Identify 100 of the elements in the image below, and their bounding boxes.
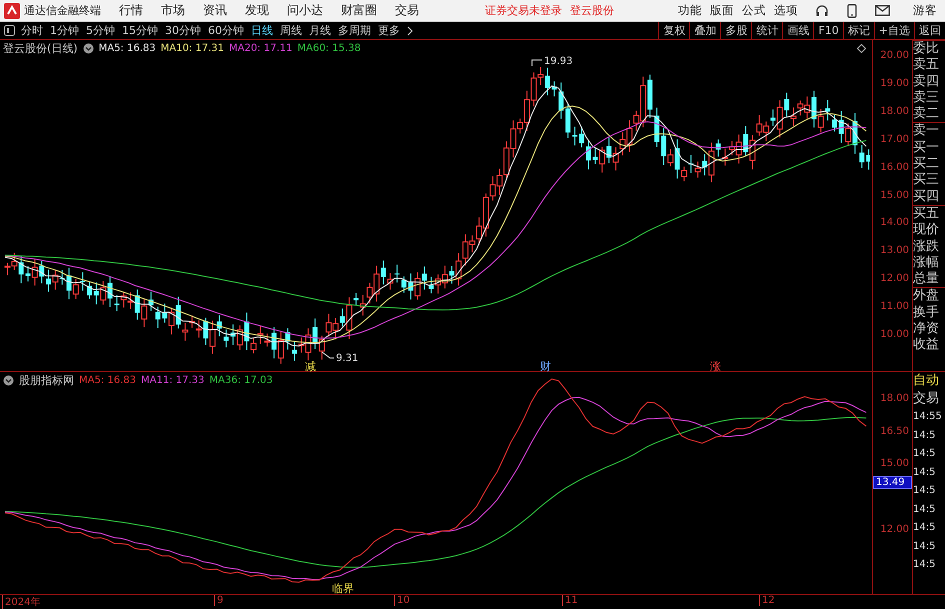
moving-average-value: MA20: 17.11 [228,43,292,54]
trade-time: 14:5 [913,484,936,498]
trade-time: 14:5 [913,558,936,572]
price-axis-label: 12.00 [880,273,909,284]
toolbar-button[interactable]: 复权 [658,22,690,39]
price-axis-label: 18.00 [880,106,909,117]
moving-average-value: MA60: 15.38 [297,43,361,54]
tool-menu-item[interactable]: 功能 [678,3,702,18]
quote-field-label: 买五 [913,204,945,222]
trade-time: 14:5 [913,502,936,516]
period-tab[interactable]: 周线 [280,23,302,38]
toolbar-button[interactable]: +自选 [874,22,914,39]
trade-header: 交易 [913,390,940,408]
guest-user-label[interactable]: 游客 [913,3,937,18]
price-axis-label: 20.00 [880,50,909,61]
phone-icon[interactable] [847,4,857,18]
quote-field-label: 换手 [913,304,940,322]
signal-label: 临界 [332,582,354,595]
period-tab[interactable]: 月线 [309,23,331,38]
quote-field-label: 收益 [913,337,940,354]
moving-average-value: MA5: 16.83 [79,375,136,386]
quote-field-label: 卖一 [913,122,945,140]
date-axis-label: 11 [562,595,578,606]
chevron-right-icon[interactable] [407,26,413,36]
period-tab[interactable]: 5分钟 [86,23,115,38]
trade-time: 14:5 [913,466,936,480]
menu-item[interactable]: 问小达 [287,2,323,19]
panel-toggle-icon[interactable] [4,25,15,36]
moving-average-value: MA5: 16.83 [98,43,156,54]
trade-time: 14:5 [913,447,936,461]
dropdown-circle-icon[interactable] [82,43,94,54]
toolbar-button[interactable]: 统计 [751,22,782,39]
quote-field-label: 买三 [913,172,940,189]
date-axis-label: 10 [394,595,410,606]
toolbar-button[interactable]: 标记 [842,22,874,39]
period-tab[interactable]: 日线 [251,23,273,38]
tool-menu-item[interactable]: 版面 [710,3,734,18]
toolbar-button[interactable]: 叠加 [689,22,720,39]
dropdown-circle-icon[interactable] [3,375,14,386]
quote-field-label: 卖三 [913,90,940,106]
quote-field-label: 卖四 [913,74,940,90]
status-notice[interactable]: 登云股份 [570,3,614,18]
period-tab[interactable]: 多周期 [338,23,371,38]
moving-average-value: MA36: 17.03 [209,375,273,386]
menu-item[interactable]: 市场 [161,2,185,19]
trade-time: 14:5 [913,428,936,442]
quote-field-label: 总量 [913,271,940,288]
period-tab[interactable]: 1分钟 [50,23,79,38]
period-tab[interactable]: 分时 [21,23,43,38]
high-price-label: 19.93 [544,56,573,67]
menu-item[interactable]: 发现 [245,2,269,19]
cursor-value-badge: 13.49 [873,476,912,489]
quote-field-label: 净资 [913,321,940,338]
quote-field-label: 买一 [913,140,940,156]
event-mark[interactable]: 减 [305,360,316,372]
price-axis-label: 11.00 [880,301,909,312]
price-axis-label: 14.00 [880,217,909,228]
quote-field-label: 委比 [913,40,945,58]
status-notice[interactable]: 证券交易未登录 [485,3,562,18]
quote-field-label: 买二 [913,156,940,172]
quote-field-label: 涨跌 [913,238,940,255]
mail-icon[interactable] [875,5,890,16]
price-axis-label: 15.00 [880,190,909,200]
leader-line [322,352,334,358]
tool-menu-item[interactable]: 选项 [774,3,798,18]
period-tab[interactable]: 30分钟 [165,23,201,38]
leader-line [532,60,542,66]
menu-item[interactable]: 行情 [119,2,143,19]
toolbar-button[interactable]: 画线 [782,22,814,39]
app-title: 通达信金融终端 [24,3,101,18]
date-axis-label: 2024年 [2,595,40,609]
moving-average-value: MA11: 17.33 [141,375,204,386]
window-toggle-icon[interactable] [857,44,866,53]
stock-title: 登云股份(日线) [3,41,78,56]
toolbar-button[interactable]: F10 [813,22,843,39]
app-logo-icon [4,2,20,18]
moving-average-value: MA10: 17.31 [160,43,224,54]
date-axis-label: 12 [759,595,775,606]
period-tab[interactable]: 15分钟 [122,23,158,38]
quote-field-label: 卖五 [913,57,940,74]
headset-icon[interactable] [815,4,829,18]
price-axis-label: 17.00 [880,134,909,145]
auto-mode-label[interactable]: 自动 [913,372,945,390]
menu-item[interactable]: 交易 [395,2,419,19]
quote-field-label: 涨幅 [913,254,940,272]
menu-item[interactable]: 资讯 [203,2,227,19]
period-tab[interactable]: 60分钟 [208,23,244,38]
price-axis-label: 16.00 [880,162,909,173]
tool-menu-item[interactable]: 公式 [742,3,766,18]
menu-item[interactable]: 财富圈 [341,2,377,19]
event-mark[interactable]: 涨 [710,360,721,372]
event-mark[interactable]: 财 [540,360,551,372]
toolbar-button[interactable]: 多股 [720,22,752,39]
quote-field-label: 买四 [913,188,940,205]
trade-time: 14:5 [913,521,936,535]
trade-time: 14:5 [913,540,936,554]
price-axis-label: 10.00 [880,329,909,340]
more-menu[interactable]: 更多 [378,23,400,38]
trade-time: 14:55 [913,410,943,424]
toolbar-button[interactable]: 返回 [914,22,945,39]
